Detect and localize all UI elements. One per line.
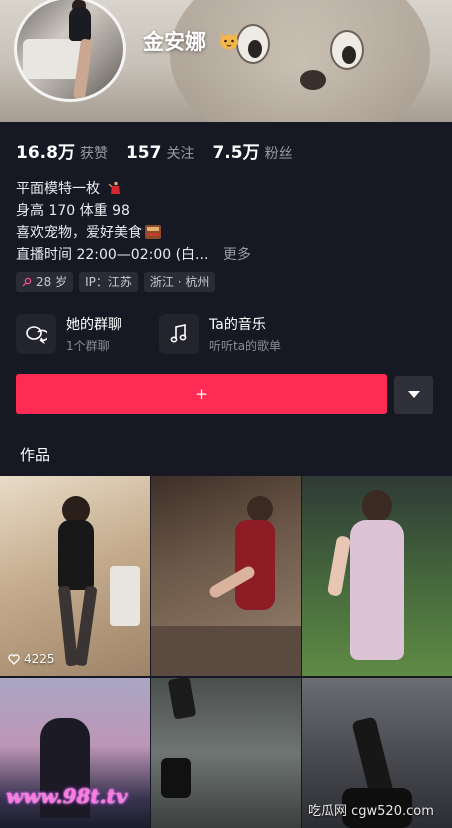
video-thumbnail[interactable] (151, 476, 301, 676)
profile-shortcuts: 她的群聊 1个群聊 Ta的音乐 听听ta的歌单 (16, 314, 302, 354)
shortcut-subtitle: 听听ta的歌单 (209, 339, 282, 353)
shortcut-text: 她的群聊 1个群聊 (66, 314, 122, 354)
cat-face-icon (220, 32, 238, 50)
tab-works[interactable]: 作品 (20, 444, 50, 465)
thumb-figure-dress (235, 520, 275, 610)
tag-location: 浙江 · 杭州 (143, 272, 216, 292)
tag-text: 浙江 · 杭州 (149, 275, 210, 289)
bio-line: 平面模特一枚 (16, 178, 251, 200)
stat-following[interactable]: 157 关注 (126, 143, 195, 163)
stat-value: 16.8万 (16, 143, 75, 163)
profile-tags: 28 岁 IP：江苏 浙江 · 杭州 (16, 272, 216, 292)
profile-panel: 16.8万 获赞 157 关注 7.5万 粉丝 平面模特一枚 身高 170 体重… (0, 122, 452, 828)
video-grid: 4225 (0, 476, 452, 828)
food-emoji-icon (145, 225, 161, 239)
thumb-shoe (167, 678, 197, 720)
chat-group-icon (16, 314, 56, 354)
stat-label: 获赞 (79, 146, 108, 162)
cartoon-nose (300, 70, 326, 90)
video-likes: 4225 (8, 652, 55, 666)
thumb-figure-leg (74, 585, 98, 667)
shortcut-subtitle: 1个群聊 (66, 339, 110, 353)
watermark-right: 吃瓜网 cgw520.com (308, 804, 434, 819)
follow-button-label: + (195, 385, 208, 403)
stat-value: 7.5万 (212, 143, 260, 163)
video-thumbnail[interactable] (151, 678, 301, 828)
heart-outline-icon (8, 653, 20, 665)
bio-text: 平面模特一枚 (16, 181, 100, 197)
stat-followers[interactable]: 7.5万 粉丝 (212, 138, 292, 163)
video-thumbnail[interactable]: 4225 (0, 476, 150, 676)
thumb-figure-head (247, 496, 273, 522)
username: 金安娜 (143, 30, 206, 54)
cartoon-pupil-right (342, 46, 356, 64)
bio-text: 喜欢宠物，爱好美食 (16, 225, 142, 241)
avatar[interactable] (14, 0, 126, 102)
music-note-icon (159, 314, 199, 354)
caret-down-icon (407, 391, 420, 398)
more-options-button[interactable] (394, 376, 433, 414)
tag-age: 28 岁 (16, 272, 74, 292)
stat-value: 157 (125, 143, 162, 163)
bio-line: 身高 170 体重 98 (16, 200, 251, 222)
shortcut-title: 她的群聊 (66, 317, 122, 333)
bio-text: 直播时间 22:00—02:00 (白... (16, 247, 209, 263)
tag-text: IP：江苏 (85, 275, 132, 289)
stat-label: 关注 (166, 146, 195, 162)
shortcut-text: Ta的音乐 听听ta的歌单 (209, 314, 281, 354)
video-thumbnail[interactable] (302, 476, 452, 676)
bio-line: 直播时间 22:00—02:00 (白... 更多 (16, 244, 251, 266)
thumb-shoe (161, 758, 191, 798)
bio-more-link[interactable]: 更多 (223, 247, 251, 263)
dancer-emoji-icon (109, 181, 121, 194)
stat-likes[interactable]: 16.8万 获赞 (16, 138, 108, 163)
thumb-figure-arm (326, 535, 352, 597)
profile-bio: 平面模特一枚 身高 170 体重 98 喜欢宠物，爱好美食 直播时间 22:00… (16, 178, 251, 266)
avatar-figure-body (69, 7, 91, 41)
tag-text: 28 岁 (36, 275, 68, 289)
female-icon (22, 277, 32, 287)
follow-button[interactable]: + (16, 374, 387, 414)
shortcut-title: Ta的音乐 (209, 317, 266, 333)
bio-line: 喜欢宠物，爱好美食 (16, 222, 251, 244)
thumb-figure-body (58, 520, 94, 590)
tag-ip: IP：江苏 (79, 272, 138, 292)
profile-header-background: 金安娜 (0, 0, 452, 122)
thumb-figure-dress (350, 520, 404, 660)
watermark-left: www.98t.tv (6, 784, 128, 808)
stat-label: 粉丝 (264, 146, 293, 162)
thumb-appliance (110, 566, 140, 626)
likes-count: 4225 (24, 652, 55, 666)
shortcut-group-chat[interactable]: 她的群聊 1个群聊 (16, 314, 159, 354)
bio-text: 身高 170 体重 98 (16, 203, 130, 219)
shortcut-music[interactable]: Ta的音乐 听听ta的歌单 (159, 314, 302, 354)
cartoon-pupil-left (248, 40, 262, 58)
thumb-floor (151, 626, 301, 676)
profile-stats: 16.8万 获赞 157 关注 7.5万 粉丝 (16, 138, 293, 163)
header-cartoon-art (170, 0, 430, 122)
avatar-sofa (23, 39, 83, 79)
thumb-figure-head (362, 490, 392, 522)
